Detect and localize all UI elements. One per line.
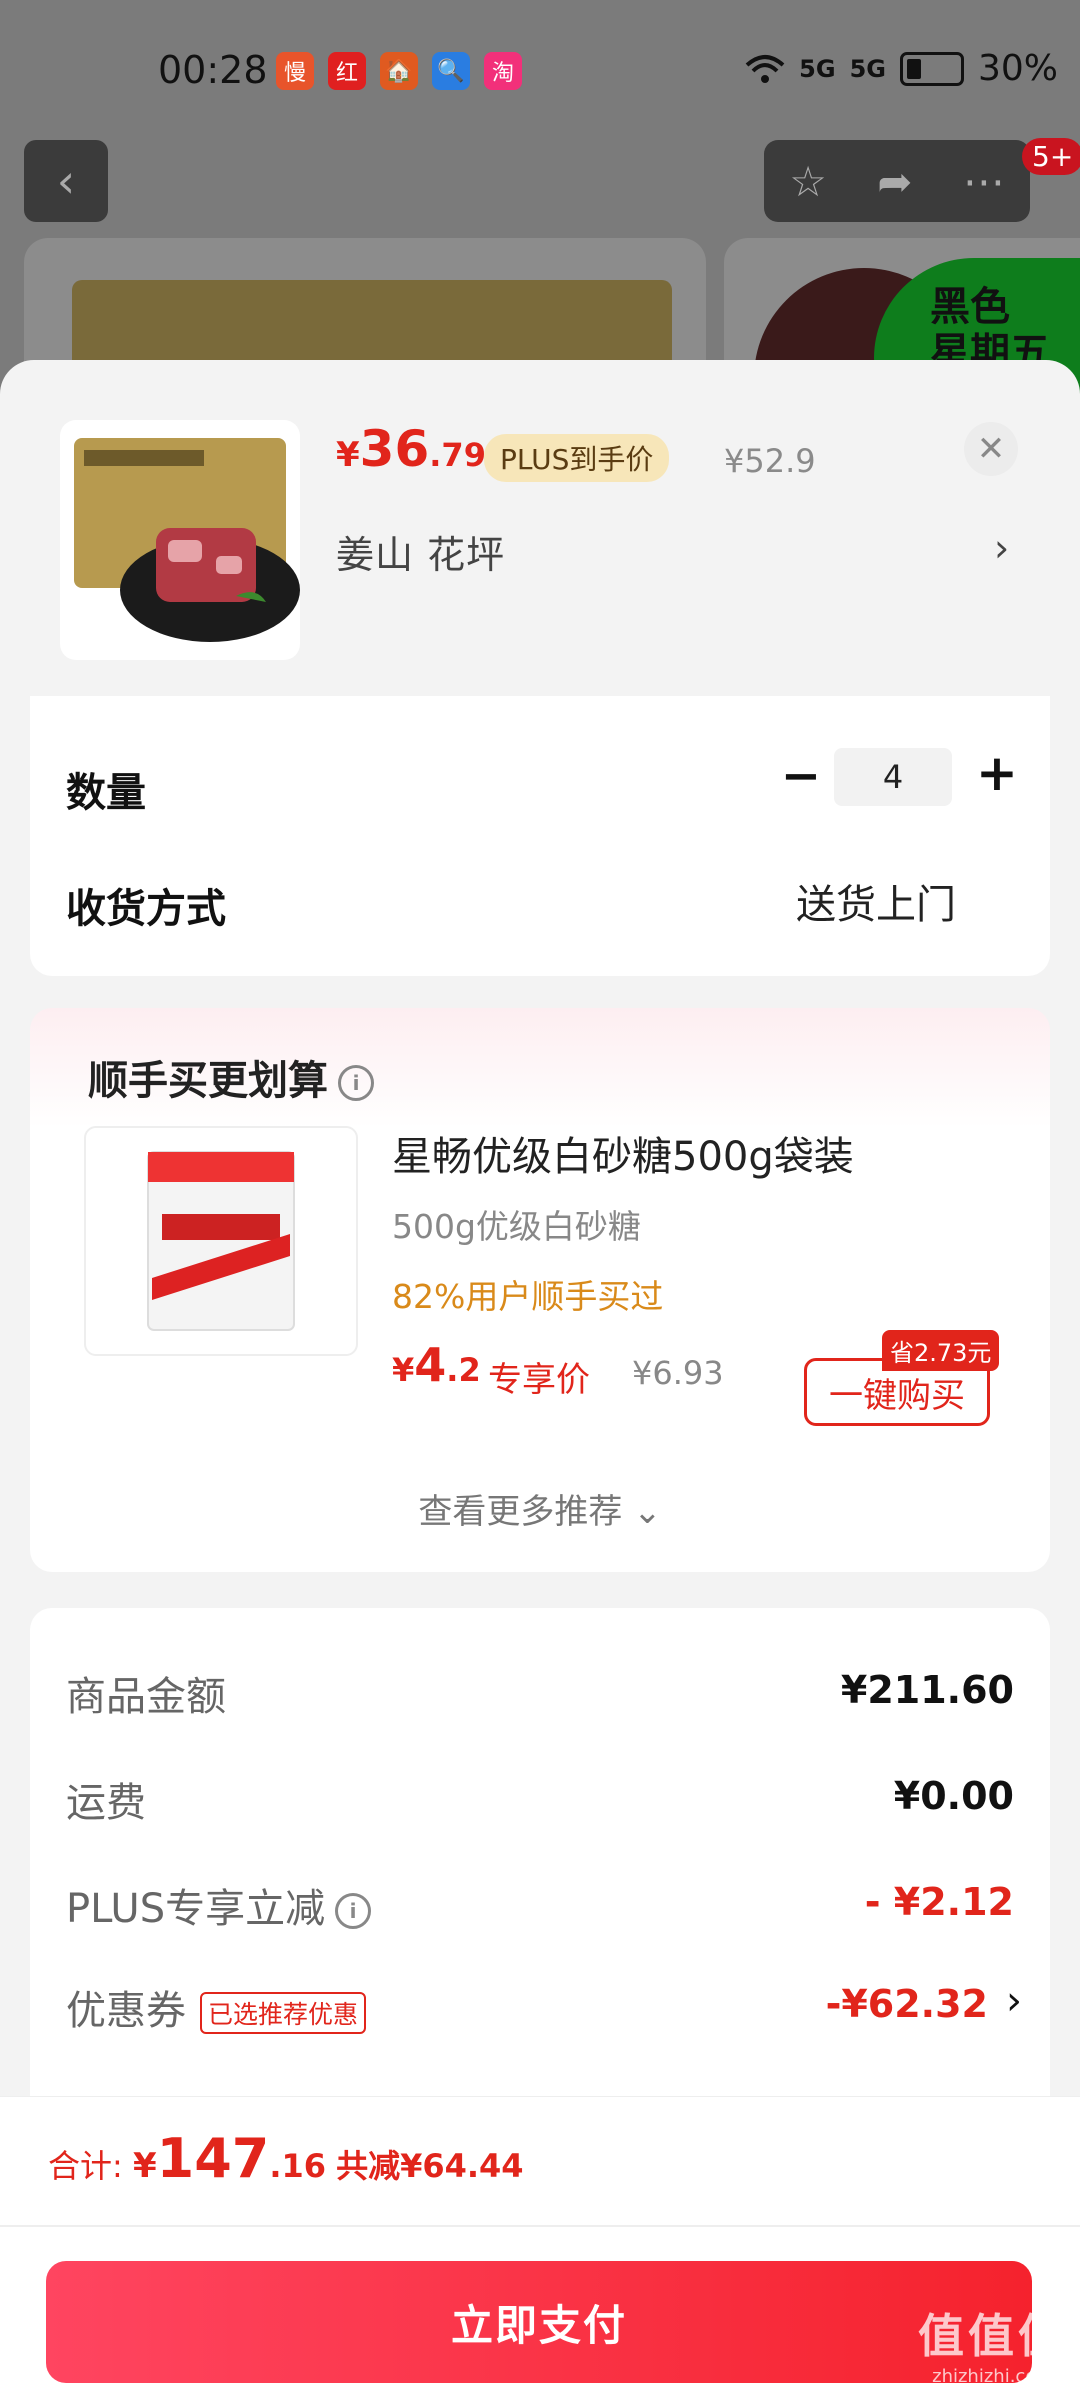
delivery-method-value[interactable]: 送货上门	[796, 872, 956, 930]
summary-row-coupon[interactable]: 优惠券 已选推荐优惠 -¥62.32 ›	[66, 1978, 1022, 2038]
app-notification-icon: 红	[328, 52, 366, 90]
battery-icon	[899, 51, 964, 86]
back-button[interactable]: ‹	[24, 140, 108, 222]
quantity-label: 数量	[66, 770, 146, 816]
status-time: 00:28	[158, 48, 268, 92]
wifi-icon	[745, 54, 785, 83]
quantity-input[interactable]: 4	[834, 748, 952, 806]
shipping-label: 运费	[66, 1780, 146, 1826]
status-indicators: 5G 5G 30%	[745, 48, 1058, 89]
recommend-item-bought-rate: 82%用户顺手买过	[392, 1277, 664, 1316]
pay-now-button[interactable]: 立即支付	[46, 2261, 1032, 2383]
purchase-sheet: ¥36.79 PLUS到手价 ¥52.9 ✕ 姜山 花坪 › 数量 − 4 + …	[0, 360, 1080, 2400]
close-button[interactable]: ✕	[964, 422, 1018, 476]
quantity-decrease-button[interactable]: −	[776, 748, 826, 804]
recommend-item-name[interactable]: 星畅优级白砂糖500g袋装	[392, 1124, 854, 1182]
exclusive-price-label: 专享价	[488, 1360, 590, 1400]
product-price: ¥36.79	[336, 420, 486, 478]
app-notification-icon: 🔍	[432, 52, 470, 90]
savings-badge: 省2.73元	[882, 1330, 1000, 1371]
recommend-item-spec: 500g优级白砂糖	[392, 1207, 641, 1246]
share-icon[interactable]: ➦	[877, 157, 912, 206]
goods-amount-value: ¥211.60	[840, 1668, 1014, 1712]
more-icon[interactable]: ⋯	[963, 157, 1005, 206]
divider	[0, 2225, 1080, 2227]
more-recommendations-link[interactable]: 查看更多推荐 ⌄	[30, 1484, 1050, 1533]
status-app-icons: 慢 红 🏠 🔍 淘	[276, 52, 522, 90]
selected-spec[interactable]: 姜山 花坪	[336, 524, 505, 579]
star-icon[interactable]: ☆	[789, 157, 827, 206]
plus-price-tag: PLUS到手价	[484, 434, 670, 482]
product-thumbnail	[60, 420, 300, 660]
plus-discount-value: - ¥2.12	[864, 1880, 1014, 1924]
recommend-item-price: ¥4.2	[392, 1338, 481, 1392]
app-notification-icon: 慢	[276, 52, 314, 90]
status-bar: 00:28 慢 红 🏠 🔍 淘 5G 5G 30%	[0, 0, 1080, 140]
sugar-package-image	[147, 1151, 295, 1331]
beef-package-image	[74, 438, 300, 642]
summary-row-shipping: 运费 ¥0.00	[66, 1770, 1014, 1830]
checkout-footer: 合计: ¥147.16 共减¥64.44 立即支付 值值值 zhizhizhi.c…	[0, 2096, 1080, 2400]
app-notification-icon: 🏠	[380, 52, 418, 90]
recommendation-title: 顺手买更划算 i	[88, 1048, 374, 1106]
app-notification-icon: 淘	[484, 52, 522, 90]
delivery-method-label: 收货方式	[66, 886, 226, 932]
quantity-increase-button[interactable]: +	[972, 744, 1022, 802]
summary-row-goods: 商品金额 ¥211.60	[66, 1664, 1014, 1724]
order-total: 合计: ¥147.16 共减¥64.44	[48, 2127, 524, 2190]
message-badge: 5+	[1022, 138, 1080, 175]
price-summary-card: 商品金额 ¥211.60 运费 ¥0.00 PLUS专享立减 i - ¥2.12 …	[30, 1608, 1050, 2108]
signal-icon: 5G	[799, 54, 836, 83]
recommendation-card: 顺手买更划算 i 星畅优级白砂糖500g袋装 500g优级白砂糖 82%用户顺手买…	[30, 1008, 1050, 1572]
recommend-original-price: ¥6.93	[632, 1354, 724, 1392]
goods-amount-label: 商品金额	[66, 1674, 226, 1720]
info-icon[interactable]: i	[335, 1893, 372, 1929]
summary-row-plus: PLUS专享立减 i - ¥2.12	[66, 1876, 1014, 1936]
top-actions: ☆ ➦ ⋯	[764, 140, 1030, 222]
total-savings: 共减¥64.44	[336, 2147, 524, 2185]
recommend-item-thumbnail[interactable]	[84, 1126, 358, 1356]
order-options-card: 数量 − 4 + 收货方式 送货上门	[30, 696, 1050, 976]
chevron-right-icon[interactable]: ›	[1006, 1978, 1022, 2024]
signal-icon: 5G	[849, 54, 886, 83]
battery-percent: 30%	[977, 48, 1058, 89]
plus-discount-label: PLUS专享立减 i	[66, 1876, 372, 1934]
coupon-tag: 已选推荐优惠	[200, 1992, 367, 2034]
product-header: ¥36.79 PLUS到手价 ¥52.9 ✕ 姜山 花坪 ›	[0, 360, 1080, 700]
coupon-label: 优惠券 已选推荐优惠	[66, 1978, 367, 2036]
watermark: 值值值 zhizhizhi.com	[918, 2309, 1068, 2387]
coupon-value: -¥62.32	[825, 1982, 988, 2026]
original-price: ¥52.9	[724, 442, 816, 480]
chevron-right-icon[interactable]: ›	[994, 526, 1009, 570]
shipping-value: ¥0.00	[893, 1774, 1014, 1818]
info-icon[interactable]: i	[338, 1065, 374, 1101]
